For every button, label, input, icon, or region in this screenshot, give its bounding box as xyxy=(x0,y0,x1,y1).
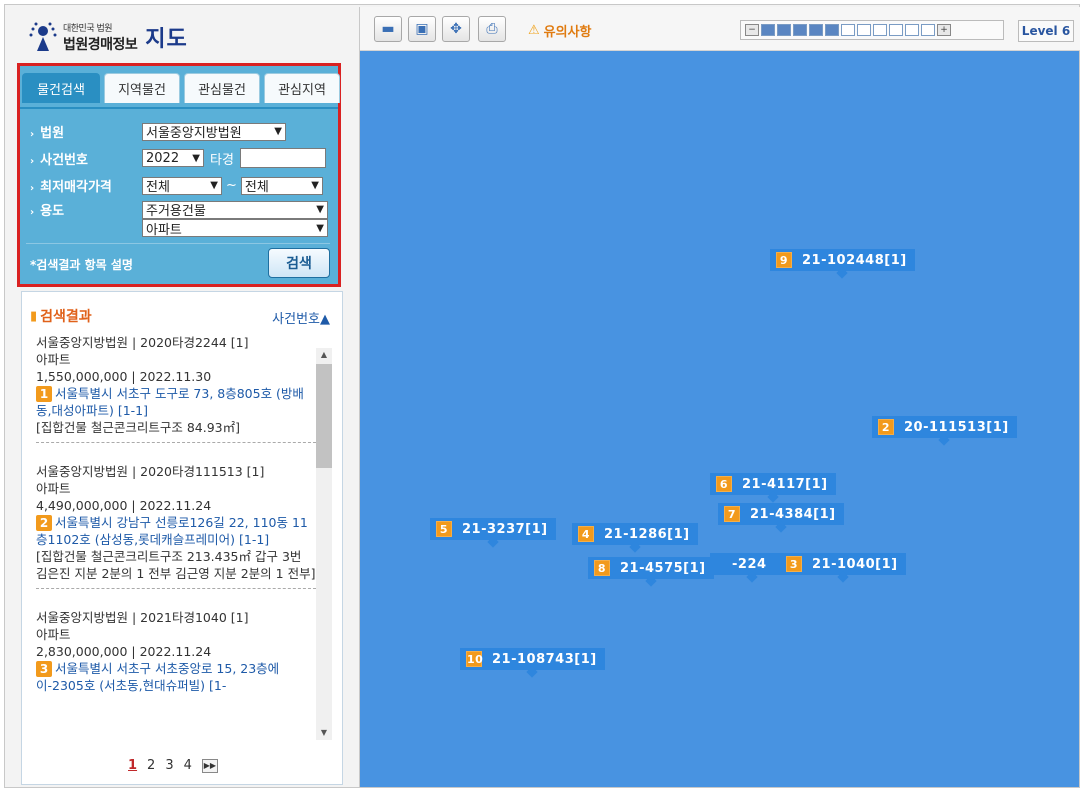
page-title: 지도 xyxy=(145,27,188,52)
case-number-input[interactable] xyxy=(239,148,326,168)
zoom-level-cell[interactable] xyxy=(873,24,887,36)
map-marker[interactable]: 7 21-4384[1] xyxy=(718,503,844,533)
sort-by-case-number[interactable]: 사건번호▲ xyxy=(272,308,330,327)
map-area[interactable]: ▬ ▣ ✥ ⎙ ⚠ 유의사항 − + Level 6 9 21-102448[1… xyxy=(359,7,1080,787)
zoom-in-icon[interactable]: + xyxy=(937,24,951,36)
case-year-select[interactable]: 2022 ▼ xyxy=(142,149,204,167)
list-item[interactable]: 서울중앙지방법원 | 2021타경1040 [1] 아파트 2,830,000,… xyxy=(36,607,316,700)
item-address-link[interactable]: 3 서울특별시 서초구 서초중앙로 15, 23층에이-2305호 (서초동,현대… xyxy=(36,660,316,694)
org-small-text: 대한민국 법원 xyxy=(63,23,113,34)
price-max-select[interactable]: 전체 ▼ xyxy=(240,176,323,195)
price-min-select[interactable]: 전체 ▼ xyxy=(142,176,222,195)
usage-label: › 용도 xyxy=(30,204,65,219)
results-list: 서울중앙지방법원 | 2020타경2244 [1] 아파트 1,550,000,… xyxy=(36,332,316,736)
next-page-icon[interactable]: ▶▶ xyxy=(201,758,218,773)
map-marker[interactable]: 4 21-1286[1] xyxy=(572,523,698,553)
map-marker[interactable]: 5 21-3237[1] xyxy=(430,518,556,548)
caution-link[interactable]: ⚠ 유의사항 xyxy=(528,21,592,40)
zoom-level-indicator: Level 6 xyxy=(1018,20,1074,42)
scroll-down-icon[interactable]: ▼ xyxy=(316,726,332,740)
case-number-label: › 사건번호 xyxy=(30,152,88,168)
org-main-text: 법원경매정보 xyxy=(63,36,138,53)
chevron-down-icon: ▼ xyxy=(210,180,218,191)
app-frame: 대한민국 법원 법원경매정보 지도 물건검색 지역물건 관심물건 관심지역 › 법… xyxy=(4,4,1080,788)
tab-watch-items[interactable]: 관심물건 xyxy=(184,73,260,103)
pan-move-icon[interactable]: ✥ xyxy=(442,16,470,42)
zoom-level-cell[interactable] xyxy=(761,24,775,36)
search-tabs: 물건검색 지역물건 관심물건 관심지역 xyxy=(20,73,340,107)
results-header: ▮ 검색결과 xyxy=(30,306,92,326)
print-icon[interactable]: ⎙ xyxy=(478,16,506,42)
chevron-down-icon: ▼ xyxy=(316,204,324,215)
chevron-down-icon: ▼ xyxy=(311,180,319,191)
price-separator: ~ xyxy=(226,178,237,193)
item-address-link[interactable]: 2 서울특별시 강남구 선릉로126길 22, 110동 11층1102호 (삼성… xyxy=(36,514,316,548)
court-label: › 법원 xyxy=(30,126,65,141)
case-type-text: 타경 xyxy=(210,152,234,168)
chevron-down-icon: ▼ xyxy=(274,126,282,137)
list-item[interactable]: 서울중앙지방법원 | 2020타경2244 [1] 아파트 1,550,000,… xyxy=(36,332,316,443)
zoom-level-cell[interactable] xyxy=(889,24,903,36)
zoom-level-cell[interactable] xyxy=(825,24,839,36)
map-marker[interactable]: 9 21-102448[1] xyxy=(770,249,915,279)
court-emblem-icon xyxy=(27,21,59,53)
form-divider xyxy=(26,243,330,244)
search-button[interactable]: 검색 xyxy=(268,248,330,278)
page-link[interactable]: 4 xyxy=(184,758,192,773)
distance-measure-icon[interactable]: ▬ xyxy=(374,16,402,42)
chevron-down-icon: ▼ xyxy=(316,222,324,234)
usage-select-1[interactable]: 주거용건물 ▼ xyxy=(142,200,328,219)
scroll-thumb[interactable] xyxy=(316,364,332,468)
pagination: 1 2 3 4 ▶▶ xyxy=(128,758,218,773)
usage-select-2[interactable]: 아파트 ▼ xyxy=(142,219,328,238)
warning-icon: ⚠ xyxy=(528,23,540,38)
map-marker[interactable]: 2 20-111513[1] xyxy=(872,416,1017,446)
search-panel: 물건검색 지역물건 관심물건 관심지역 › 법원 서울중앙지방법원 ▼ › 사건번호 … xyxy=(17,63,341,287)
page-link[interactable]: 1 xyxy=(128,758,137,773)
zoom-level-cell[interactable] xyxy=(857,24,871,36)
zoom-level-cell[interactable] xyxy=(841,24,855,36)
court-select[interactable]: 서울중앙지방법원 ▼ xyxy=(142,122,286,141)
min-price-label: › 최저매각가격 xyxy=(30,180,112,195)
tab-watch-regions[interactable]: 관심지역 xyxy=(264,73,340,103)
logo[interactable]: 대한민국 법원 법원경매정보 지도 xyxy=(27,17,188,57)
zoom-out-icon[interactable]: − xyxy=(745,24,759,36)
map-marker[interactable]: 10 21-108743[1] xyxy=(460,648,605,678)
scroll-up-icon[interactable]: ▲ xyxy=(316,348,332,362)
bullet-icon: ▮ xyxy=(30,308,38,324)
tab-item-search[interactable]: 물건검색 xyxy=(22,73,100,103)
tab-underline xyxy=(20,107,338,109)
page-link[interactable]: 3 xyxy=(165,758,173,773)
map-marker[interactable]: 8 21-4575[1] xyxy=(588,557,714,587)
tab-region-items[interactable]: 지역물건 xyxy=(104,73,180,103)
sidebar: 대한민국 법원 법원경매정보 지도 물건검색 지역물건 관심물건 관심지역 › 법… xyxy=(15,5,351,785)
item-address-link[interactable]: 1 서울특별시 서초구 도구로 73, 8층805호 (방배동,대성아파트) [1… xyxy=(36,385,316,419)
chevron-down-icon: ▼ xyxy=(192,152,200,164)
results-panel: ▮ 검색결과 사건번호▲ 서울중앙지방법원 | 2020타경2244 [1] 아… xyxy=(21,291,343,785)
results-title: 검색결과 xyxy=(40,309,92,325)
map-toolbar: ▬ ▣ ✥ ⎙ ⚠ 유의사항 − + Level 6 xyxy=(360,7,1080,51)
zoom-level-cell[interactable] xyxy=(777,24,791,36)
zoom-level-cell[interactable] xyxy=(793,24,807,36)
result-help-link[interactable]: *검색결과 항목 설명 xyxy=(30,256,133,273)
zoom-level-cell[interactable] xyxy=(921,24,935,36)
zoom-level-cell[interactable] xyxy=(905,24,919,36)
results-scrollbar[interactable]: ▲ ▼ xyxy=(316,348,332,740)
map-marker[interactable]: 3 21-1040[1] xyxy=(780,553,906,583)
zoom-level-cell[interactable] xyxy=(809,24,823,36)
page-link[interactable]: 2 xyxy=(147,758,155,773)
zoom-slider[interactable]: − + xyxy=(740,20,1004,40)
map-marker[interactable]: 6 21-4117[1] xyxy=(710,473,836,503)
area-select-icon[interactable]: ▣ xyxy=(408,16,436,42)
list-item[interactable]: 서울중앙지방법원 | 2020타경111513 [1] 아파트 4,490,00… xyxy=(36,461,316,589)
